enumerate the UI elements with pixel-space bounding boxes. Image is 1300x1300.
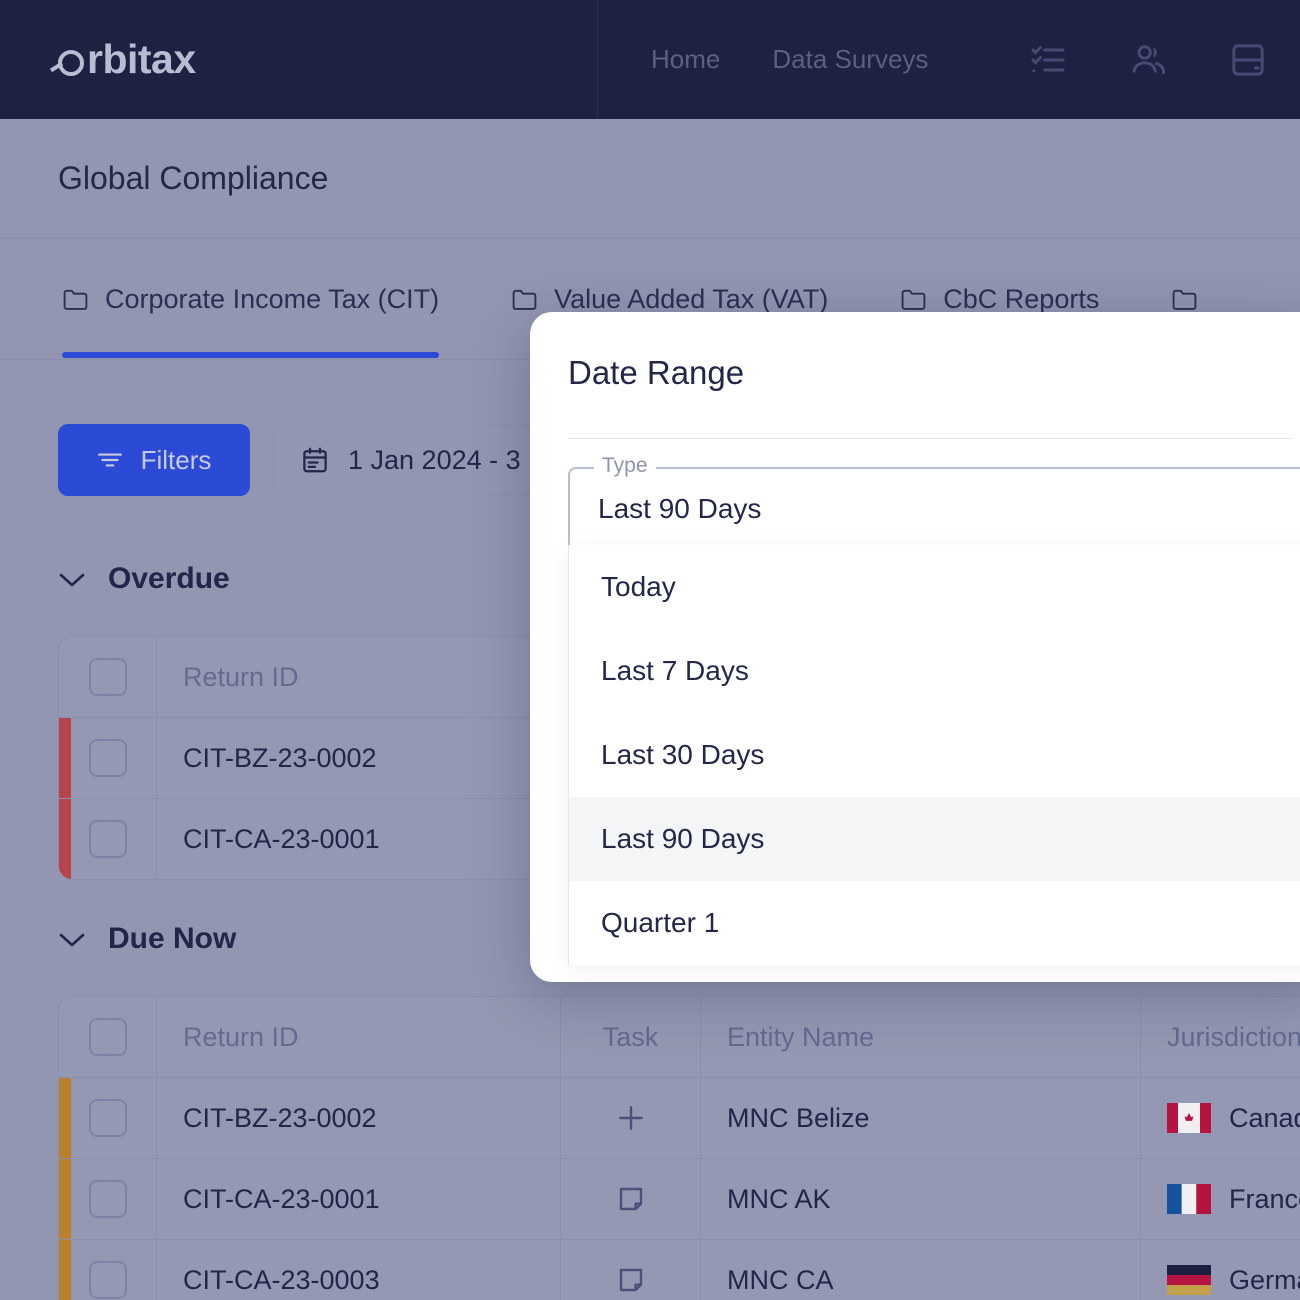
cell-return-id: CIT-BZ-23-0002: [157, 1078, 561, 1158]
cell-entity-name: MNC CA: [701, 1240, 1141, 1300]
due-now-table: Return ID Task Entity Name Jurisdiction …: [58, 996, 1300, 1300]
group-title: Due Now: [108, 922, 237, 955]
option-today[interactable]: Today: [569, 545, 1300, 629]
row-checkbox[interactable]: [88, 820, 127, 858]
plus-icon[interactable]: [561, 1078, 701, 1158]
row-checkbox[interactable]: [88, 1099, 127, 1137]
table-row[interactable]: CIT-CA-23-0001 MNC AK Franc: [59, 1158, 1300, 1239]
dialog-title: Date Range: [568, 354, 745, 391]
select-all-checkbox-cell[interactable]: [59, 997, 157, 1077]
column-header-task[interactable]: Task: [561, 997, 701, 1077]
chevron-down-icon[interactable]: [58, 571, 86, 588]
group-title: Overdue: [108, 562, 230, 595]
row-checkbox-cell[interactable]: [59, 799, 157, 879]
tab-label: Value Added Tax (VAT): [554, 283, 829, 314]
cell-jurisdiction: Germany: [1141, 1240, 1300, 1300]
filters-label: Filters: [140, 444, 212, 475]
jurisdiction-label: Germany: [1229, 1264, 1300, 1295]
row-checkbox[interactable]: [88, 1261, 127, 1299]
row-checkbox-cell[interactable]: [59, 1240, 157, 1300]
dialog-divider: [568, 438, 1292, 439]
cell-return-id: CIT-CA-23-0003: [157, 1240, 561, 1300]
folder-icon: [62, 287, 89, 311]
cell-entity-name: MNC AK: [701, 1159, 1141, 1239]
cell-return-id: CIT-CA-23-0001: [157, 1159, 561, 1239]
row-checkbox[interactable]: [88, 739, 127, 777]
folder-icon: [511, 287, 538, 311]
brand-wordmark: rbitax: [58, 36, 196, 83]
flag-ca-icon: [1167, 1103, 1211, 1133]
table-row[interactable]: CIT-BZ-23-0002 MNC Belize Canada: [59, 1077, 1300, 1158]
people-icon[interactable]: [1128, 40, 1168, 80]
group-due-now-header[interactable]: Due Now: [58, 922, 236, 956]
cell-jurisdiction: France: [1141, 1159, 1300, 1239]
row-status-accent-due-now: [59, 1159, 71, 1239]
filters-button[interactable]: Filters: [58, 424, 250, 496]
column-header-return-id[interactable]: Return ID: [157, 637, 561, 717]
orbit-icon: [58, 49, 84, 76]
jurisdiction-label: Canada: [1229, 1102, 1300, 1133]
row-status-accent-overdue: [59, 799, 71, 879]
top-navbar: rbitax Home Data Surveys: [0, 0, 1300, 119]
note-icon[interactable]: [561, 1240, 701, 1300]
brand-name: rbitax: [87, 36, 196, 82]
nav-home[interactable]: Home: [651, 44, 720, 75]
table-header-row: Return ID Task Entity Name Jurisdiction: [59, 997, 1300, 1077]
tab-label: Corporate Income Tax (CIT): [105, 283, 440, 314]
folder-icon: [1171, 287, 1198, 311]
column-header-entity-name[interactable]: Entity Name: [701, 997, 1141, 1077]
select-all-checkbox[interactable]: [88, 1018, 127, 1056]
type-options-listbox[interactable]: Today Last 7 Days Last 30 Days Last 90 D…: [568, 545, 1300, 965]
folder-icon: [900, 287, 927, 311]
date-range-label: 1 Jan 2024 - 3: [348, 444, 521, 475]
nav-data-surveys[interactable]: Data Surveys: [772, 44, 928, 75]
row-checkbox-cell[interactable]: [59, 718, 157, 798]
select-all-checkbox[interactable]: [88, 658, 127, 696]
database-icon[interactable]: [1228, 40, 1268, 80]
date-range-dialog: Date Range Type Last 90 Days Today Last …: [530, 312, 1300, 982]
column-header-jurisdiction[interactable]: Jurisdiction: [1141, 997, 1300, 1077]
option-quarter-1[interactable]: Quarter 1: [569, 881, 1300, 965]
type-select-label: Type: [594, 454, 656, 478]
row-checkbox-cell[interactable]: [59, 1159, 157, 1239]
option-last-30-days[interactable]: Last 30 Days: [569, 713, 1300, 797]
type-select-value: Last 90 Days: [598, 493, 762, 524]
app-root: rbitax Home Data Surveys Global Complian…: [0, 0, 1300, 1300]
option-last-90-days[interactable]: Last 90 Days: [569, 797, 1300, 881]
cell-jurisdiction: Canada: [1141, 1078, 1300, 1158]
cell-return-id: CIT-BZ-23-0002: [183, 742, 377, 773]
cell-entity-name: MNC Belize: [701, 1078, 1141, 1158]
row-status-accent-due-now: [59, 1240, 71, 1300]
flag-de-icon: [1167, 1265, 1211, 1295]
tab-label: CbC Reports: [943, 283, 1100, 314]
nav-links: Home Data Surveys: [651, 44, 928, 75]
type-select[interactable]: Type Last 90 Days: [568, 454, 1300, 551]
page-title-bar: Global Compliance: [0, 119, 1300, 239]
nav-icons: [1028, 40, 1268, 80]
chevron-down-icon[interactable]: [58, 931, 86, 948]
row-checkbox-cell[interactable]: [59, 1078, 157, 1158]
flag-fr-icon: [1167, 1184, 1211, 1214]
toolbar: Filters 1 Jan 2024 - 3: [58, 424, 602, 496]
brand-logo[interactable]: rbitax: [0, 0, 598, 119]
calendar-icon: [300, 445, 330, 475]
cell-return-id: CIT-CA-23-0001: [183, 823, 380, 854]
group-overdue-header[interactable]: Overdue: [58, 562, 230, 596]
select-all-checkbox-cell[interactable]: [59, 637, 157, 717]
row-status-accent-due-now: [59, 1078, 71, 1158]
table-row[interactable]: CIT-CA-23-0003 MNC CA Germa: [59, 1239, 1300, 1300]
tab-corporate-income-tax[interactable]: Corporate Income Tax (CIT): [62, 240, 440, 358]
column-header-return-id[interactable]: Return ID: [157, 997, 561, 1077]
checklist-icon[interactable]: [1028, 40, 1068, 80]
filter-icon: [97, 450, 123, 470]
page-title: Global Compliance: [58, 160, 329, 196]
row-status-accent-overdue: [59, 718, 71, 798]
row-checkbox[interactable]: [88, 1180, 127, 1218]
option-last-7-days[interactable]: Last 7 Days: [569, 629, 1300, 713]
jurisdiction-label: France: [1229, 1183, 1300, 1214]
note-icon[interactable]: [561, 1159, 701, 1239]
